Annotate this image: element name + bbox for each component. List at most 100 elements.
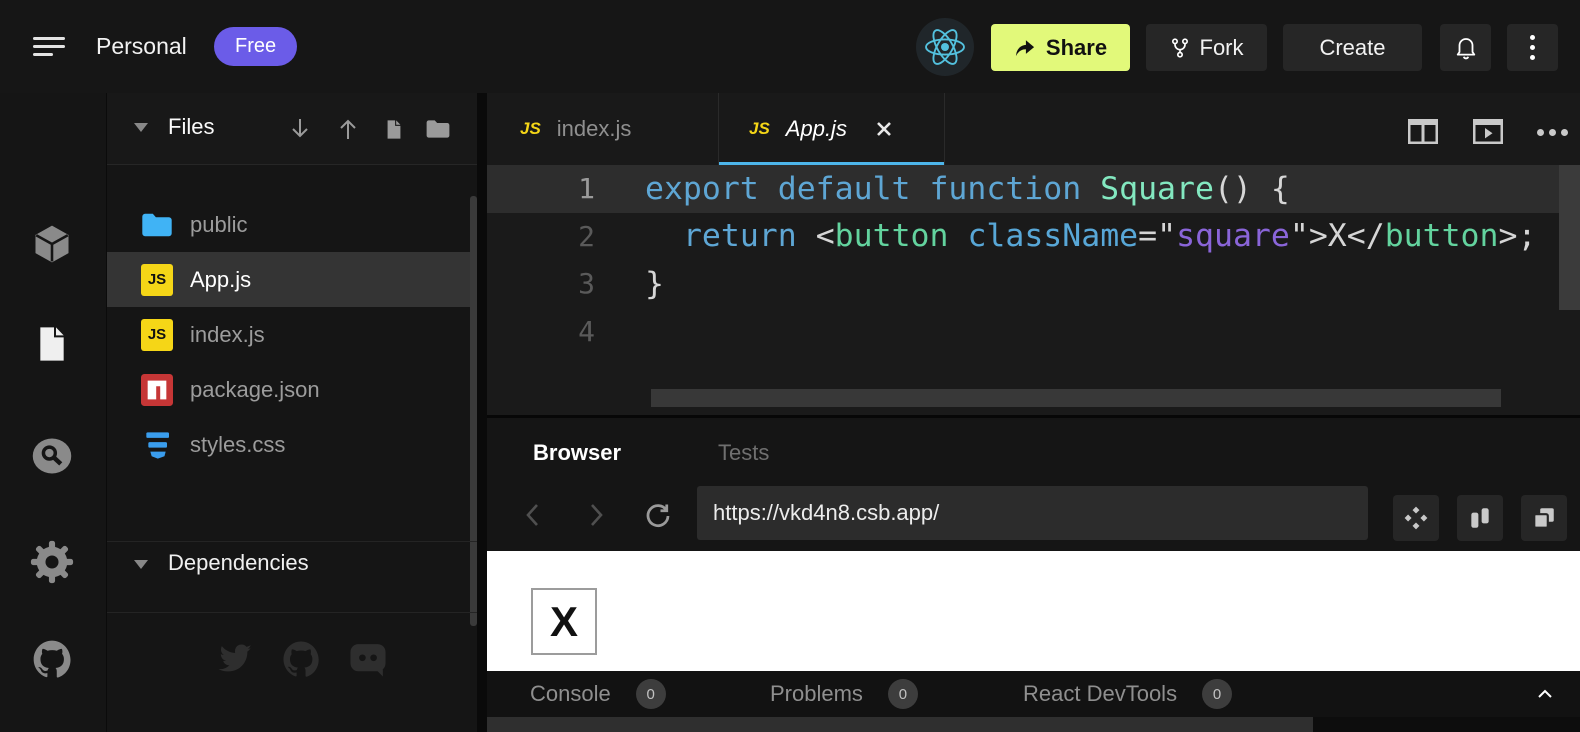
bell-icon	[1454, 35, 1478, 61]
chevron-up-icon[interactable]	[1536, 685, 1554, 703]
github-icon[interactable]	[280, 638, 322, 680]
new-file-icon[interactable]	[381, 116, 407, 142]
js-icon: JS	[140, 263, 174, 297]
close-icon[interactable]	[875, 120, 893, 138]
share-button[interactable]: Share	[991, 24, 1130, 71]
js-icon: JS	[140, 318, 174, 352]
files-panel: Files public JS App.js JS index.js package.js…	[107, 93, 477, 732]
code-text: }	[645, 266, 664, 302]
console-tab-label: Console	[530, 681, 611, 707]
console-tab-console[interactable]: Console 0	[530, 671, 666, 717]
workspace-name: Personal	[96, 33, 187, 60]
create-button[interactable]: Create	[1283, 24, 1422, 71]
line-number: 4	[487, 315, 595, 348]
react-logo-icon	[916, 18, 974, 76]
fork-icon	[1170, 37, 1190, 59]
square-button[interactable]: X	[531, 588, 597, 655]
files-panel-title: Files	[168, 114, 214, 140]
discord-icon[interactable]	[347, 638, 389, 680]
panel-divider[interactable]	[477, 93, 487, 732]
folder-icon	[140, 208, 174, 242]
code-line: 2 return <button className="square">X</b…	[487, 213, 1547, 261]
plan-badge: Free	[214, 27, 297, 66]
file-label: package.json	[190, 377, 320, 403]
chevron-down-icon[interactable]	[134, 560, 148, 569]
more-actions-icon[interactable]	[1537, 129, 1571, 137]
chevron-down-icon[interactable]	[134, 123, 148, 132]
line-number: 3	[487, 267, 595, 300]
file-label: App.js	[190, 267, 251, 293]
code-line: 3}	[487, 260, 1547, 308]
more-options-button[interactable]	[1507, 24, 1558, 71]
bottom-strip	[487, 717, 1580, 732]
notifications-button[interactable]	[1440, 24, 1491, 71]
activity-bar	[0, 93, 107, 732]
file-label: index.js	[190, 322, 265, 348]
fork-button[interactable]: Fork	[1146, 24, 1267, 71]
download-icon[interactable]	[287, 116, 313, 142]
devtools-icon[interactable]	[1393, 495, 1439, 541]
editor-tab-index-js[interactable]: JS index.js	[487, 93, 719, 165]
search-icon[interactable]	[29, 433, 75, 479]
back-icon[interactable]	[520, 501, 548, 529]
file-list: public JS App.js JS index.js package.json styl…	[107, 197, 477, 472]
code-line: 4	[487, 308, 1547, 356]
new-folder-icon[interactable]	[425, 116, 451, 142]
console-tab-problems[interactable]: Problems 0	[770, 671, 918, 717]
editor-horizontal-scrollbar[interactable]	[651, 389, 1501, 407]
file-row[interactable]: JS App.js	[107, 252, 477, 307]
cube-icon[interactable]	[29, 221, 75, 267]
new-window-icon[interactable]	[1521, 495, 1567, 541]
tab-browser[interactable]: Browser	[533, 440, 621, 466]
tab-tests[interactable]: Tests	[718, 440, 769, 466]
gear-icon[interactable]	[29, 539, 75, 585]
line-number: 1	[487, 172, 595, 205]
codesandbox-app: Personal Free Share Fork	[0, 0, 1580, 732]
menu-icon[interactable]	[33, 37, 65, 56]
tab-label: index.js	[557, 116, 632, 142]
editor-tab-app-js[interactable]: JSApp.js	[719, 93, 945, 165]
browser-preview: X	[487, 551, 1580, 671]
console-tab-label: Problems	[770, 681, 863, 707]
github-icon[interactable]	[29, 636, 75, 682]
share-arrow-icon	[1014, 38, 1036, 58]
css-icon	[140, 428, 174, 462]
top-header: Personal Free Share Fork	[0, 0, 1580, 93]
console-tab-react-devtools[interactable]: React DevTools0	[1023, 671, 1232, 717]
console-tab-label: React DevTools	[1023, 681, 1177, 707]
preview-window-icon[interactable]	[1473, 119, 1503, 144]
code-text: return <button className="square">X</but…	[645, 218, 1536, 254]
editor-tabbar: JS index.js JSApp.js	[487, 93, 1580, 165]
create-label: Create	[1319, 35, 1385, 61]
code-editor[interactable]: 1export default function Square() {2 ret…	[487, 165, 1580, 415]
file-label: styles.css	[190, 432, 285, 458]
columns-icon[interactable]	[1457, 495, 1503, 541]
file-row[interactable]: JS index.js	[107, 307, 477, 362]
refresh-icon[interactable]	[643, 501, 671, 529]
forward-icon[interactable]	[583, 501, 611, 529]
dependencies-title: Dependencies	[168, 550, 309, 576]
divider	[107, 541, 477, 542]
files-panel-header: Files	[107, 93, 477, 165]
upload-icon[interactable]	[335, 116, 361, 142]
split-view-icon[interactable]	[1408, 119, 1438, 144]
file-label: public	[190, 212, 247, 238]
tab-label: App.js	[786, 116, 847, 142]
files-scrollbar[interactable]	[470, 196, 477, 626]
editor-vertical-scrollbar[interactable]	[1559, 165, 1580, 310]
file-row[interactable]: public	[107, 197, 477, 252]
js-icon: JS	[520, 119, 541, 139]
file-row[interactable]: styles.css	[107, 417, 477, 472]
file-icon[interactable]	[29, 321, 75, 367]
divider	[107, 612, 477, 613]
browser-panel: Browser Tests	[487, 415, 1580, 551]
npm-icon	[140, 373, 174, 407]
url-input[interactable]	[697, 486, 1368, 540]
twitter-icon[interactable]	[215, 638, 257, 680]
code-line: 1export default function Square() {	[487, 165, 1547, 213]
file-row[interactable]: package.json	[107, 362, 477, 417]
bottom-scrollbar[interactable]	[487, 717, 1313, 732]
count-badge: 0	[636, 679, 666, 709]
count-badge: 0	[888, 679, 918, 709]
console-bar: Console 0 Problems 0 React DevTools0	[487, 671, 1580, 717]
